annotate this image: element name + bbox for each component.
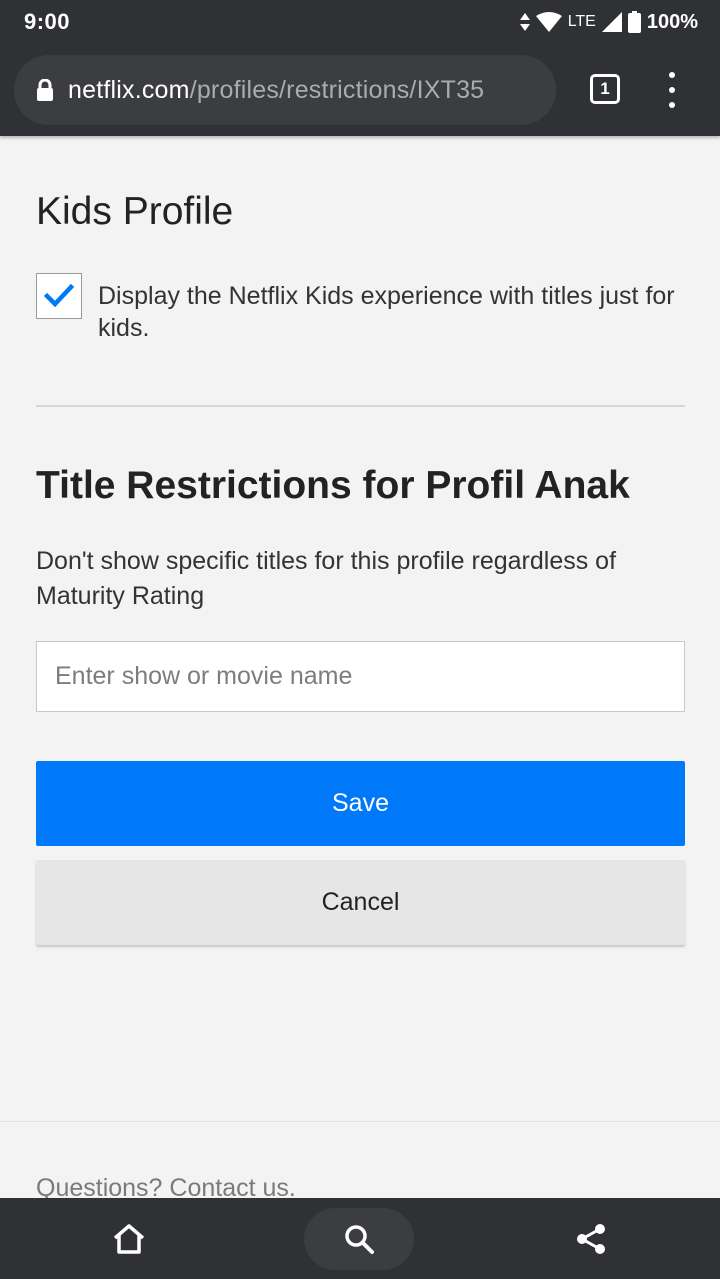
save-button[interactable]: Save: [36, 761, 685, 846]
data-saver-icon: [519, 13, 530, 31]
battery-icon: [627, 11, 641, 33]
share-icon[interactable]: [570, 1218, 612, 1260]
wifi-icon: [535, 12, 562, 32]
battery-percent: 100%: [646, 10, 698, 33]
search-icon: [345, 1225, 374, 1254]
url-text: netflix.com/profiles/restrictions/IXT35: [68, 76, 484, 105]
browser-toolbar: netflix.com/profiles/restrictions/IXT35 …: [0, 44, 720, 136]
kids-profile-checkbox[interactable]: [36, 273, 82, 319]
home-icon[interactable]: [108, 1218, 150, 1260]
address-bar[interactable]: netflix.com/profiles/restrictions/IXT35: [14, 55, 556, 125]
status-time: 9:00: [24, 9, 71, 34]
title-restrictions-heading: Title Restrictions for Profil Anak: [36, 464, 630, 507]
status-indicators: LTE 100%: [519, 10, 698, 34]
network-type: LTE: [567, 13, 596, 30]
kids-profile-heading: Kids Profile: [36, 190, 234, 233]
lock-icon: [36, 79, 54, 101]
status-bar: 9:00 LTE 100%: [0, 0, 720, 44]
cancel-button[interactable]: Cancel: [36, 860, 685, 945]
url-host: netflix.com: [68, 75, 190, 104]
search-button[interactable]: [304, 1208, 414, 1270]
tab-switcher-button[interactable]: 1: [590, 74, 620, 104]
url-path: /profiles/restrictions/IXT35: [189, 75, 485, 104]
title-search-input[interactable]: [36, 641, 685, 712]
kids-profile-description: Display the Netflix Kids experience with…: [98, 282, 675, 342]
signal-icon: [601, 12, 622, 32]
footer-divider: [0, 1121, 720, 1122]
check-icon: [44, 284, 74, 308]
section-divider: [36, 405, 685, 407]
browser-bottom-bar: [0, 1198, 720, 1279]
title-restrictions-description: Don't show specific titles for this prof…: [36, 547, 617, 610]
more-vert-icon[interactable]: [662, 72, 682, 108]
